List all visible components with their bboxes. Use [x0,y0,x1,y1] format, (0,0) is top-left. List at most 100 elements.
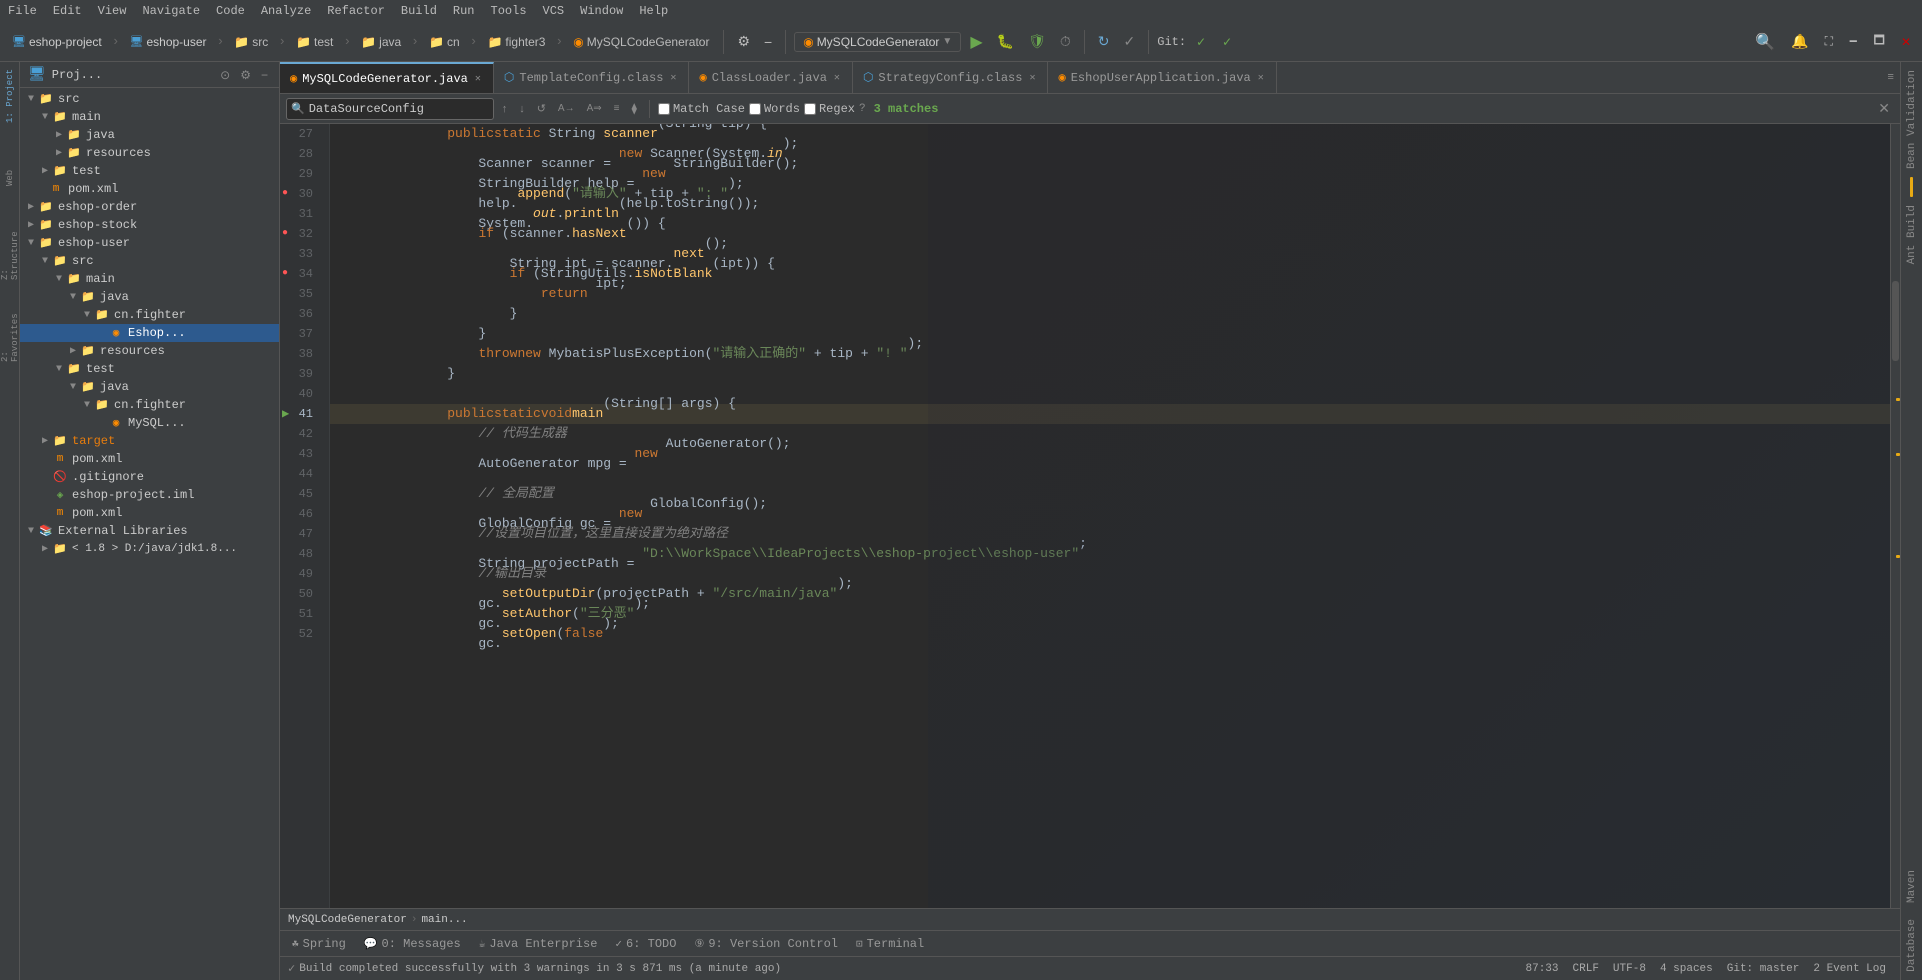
menu-vcs[interactable]: VCS [543,4,565,18]
right-sidebar-ant-build[interactable]: Ant Build [1906,197,1918,272]
menu-refactor[interactable]: Refactor [327,4,385,18]
panel-sync-btn[interactable]: ⊙ [217,67,233,83]
words-checkbox[interactable] [749,103,761,115]
scrollbar-thumb[interactable] [1892,281,1899,361]
sidebar-icon-favorites[interactable]: 2: Favorites [0,302,20,362]
tree-item-mysql-class[interactable]: ◉ MySQL... [20,414,279,432]
menu-edit[interactable]: Edit [53,4,82,18]
menu-file[interactable]: File [8,4,37,18]
search-match-case[interactable]: Match Case [658,102,745,116]
status-git[interactable]: Git: master [1721,963,1806,975]
search-nav-prev[interactable]: ↑ [498,102,512,116]
sidebar-icon-web[interactable]: Web [0,158,20,198]
right-sidebar-database[interactable]: Database [1906,911,1918,980]
tree-item-pom2[interactable]: m pom.xml [20,450,279,468]
git-check-btn[interactable]: ✓ [1190,33,1212,51]
project-badge-main[interactable]: 🖥 eshop-project [6,33,108,51]
search-replace-btn[interactable]: A→ [554,102,579,115]
vcs-update-btn[interactable]: ↻ [1093,30,1115,53]
tree-item-cn-fighter[interactable]: ▼ 📁 cn.fighter [20,306,279,324]
search-input[interactable] [309,102,489,116]
tree-item-test2[interactable]: ▼ 📁 test [20,360,279,378]
search-everywhere-btn[interactable]: 🔍 [1750,29,1780,55]
status-encoding[interactable]: UTF-8 [1607,963,1652,975]
search-replace-all-btn[interactable]: A⇒ [583,102,606,115]
tree-item-iml[interactable]: ◈ eshop-project.iml [20,486,279,504]
tree-item-target[interactable]: ▶ 📁 target [20,432,279,450]
breadcrumb-method[interactable]: main... [421,914,467,926]
status-event-log[interactable]: 2 Event Log [1807,963,1892,975]
search-filter-btn[interactable]: ⧫ [628,101,641,116]
close-btn[interactable]: ✕ [1896,32,1916,52]
panel-close-btn[interactable]: − [258,67,271,83]
tab-close-1[interactable]: ✕ [668,71,678,85]
tree-item-resources[interactable]: ▶ 📁 resources [20,144,279,162]
bottom-tab-version-control[interactable]: ⑨ 9: Version Control [686,935,846,953]
status-line-ending[interactable]: CRLF [1567,963,1605,975]
menu-analyze[interactable]: Analyze [261,4,311,18]
tab-classloader[interactable]: ◉ ClassLoader.java ✕ [689,62,852,93]
tab-strategy-config[interactable]: ⬡ StrategyConfig.class ✕ [853,62,1049,93]
menu-code[interactable]: Code [216,4,245,18]
status-position[interactable]: 87:33 [1520,963,1565,975]
tab-close-2[interactable]: ✕ [832,71,842,85]
breadcrumb-file[interactable]: MySQLCodeGenerator [288,914,407,926]
tree-item-main[interactable]: ▼ 📁 main [20,108,279,126]
tabs-extra[interactable]: ≡ [1881,62,1900,93]
tab-template-config[interactable]: ⬡ TemplateConfig.class ✕ [494,62,690,93]
search-multiline-btn[interactable]: ≡ [610,102,624,115]
right-sidebar-maven[interactable]: Maven [1906,862,1918,911]
vcs-commit-btn[interactable]: ✓ [1119,30,1141,53]
tree-item-resources2[interactable]: ▶ 📁 resources [20,342,279,360]
profiler-button[interactable]: ⏱ [1055,30,1076,53]
sidebar-icon-structure[interactable]: Z: Structure [0,220,20,280]
tree-item-cn-fighter2[interactable]: ▼ 📁 cn.fighter [20,396,279,414]
run-button[interactable]: ▶ [965,29,987,55]
sidebar-icon-project[interactable]: 1: Project [0,66,20,126]
vertical-scrollbar[interactable] [1890,124,1900,908]
breakpoint-34[interactable]: ● [282,264,288,284]
breadcrumb-test[interactable]: 📁 test [290,33,339,51]
tree-item-src2[interactable]: ▼ 📁 src [20,252,279,270]
breadcrumb-current-file[interactable]: ◉ MySQLCodeGenerator [567,33,715,51]
menu-navigate[interactable]: Navigate [142,4,200,18]
bottom-tab-terminal[interactable]: ⊡ Terminal [848,935,932,953]
menu-help[interactable]: Help [639,4,668,18]
tree-item-java2[interactable]: ▼ 📁 java [20,288,279,306]
tab-eshop-user-app[interactable]: ◉ EshopUserApplication.java ✕ [1048,62,1276,93]
tree-item-jdk[interactable]: ▶ 📁 < 1.8 > D:/java/jdk1.8... [20,540,279,558]
tree-item-test[interactable]: ▶ 📁 test [20,162,279,180]
tree-item-gitignore[interactable]: 🚫 .gitignore [20,468,279,486]
breadcrumb-java[interactable]: 📁 java [355,33,407,51]
project-badge-user[interactable]: 🖥 eshop-user [124,33,213,51]
notifications-btn[interactable]: 🔔 [1786,30,1813,53]
search-refresh-btn[interactable]: ↺ [533,101,550,116]
toolbar-minus-btn[interactable]: − [759,31,777,53]
tab-mysql-codegen[interactable]: ◉ MySQLCodeGenerator.java ✕ [280,62,494,93]
search-close-btn[interactable]: ✕ [1874,99,1894,118]
tree-item-external-libs[interactable]: ▼ 📚 External Libraries [20,522,279,540]
match-case-checkbox[interactable] [658,103,670,115]
search-words[interactable]: Words [749,102,800,116]
tree-item-eshop-user[interactable]: ▼ 📁 eshop-user [20,234,279,252]
coverage-button[interactable]: 🛡 [1023,30,1051,53]
restore-btn[interactable]: 🗖 [1869,28,1890,55]
breakpoint-32[interactable]: ● [282,224,288,244]
regex-checkbox[interactable] [804,103,816,115]
menu-run[interactable]: Run [453,4,475,18]
menu-window[interactable]: Window [580,4,623,18]
run-config-dropdown[interactable]: ◉ MySQLCodeGenerator ▼ [794,32,961,52]
breadcrumb-fighter3[interactable]: 📁 fighter3 [481,33,551,51]
tree-item-main2[interactable]: ▼ 📁 main [20,270,279,288]
tree-item-eshop-stock[interactable]: ▶ 📁 eshop-stock [20,216,279,234]
menu-tools[interactable]: Tools [491,4,527,18]
tree-item-eshop-class[interactable]: ◉ Eshop... [20,324,279,342]
tab-close-4[interactable]: ✕ [1256,71,1266,85]
bottom-tab-todo[interactable]: ✓ 6: TODO [607,935,684,953]
git-tick-btn[interactable]: ✓ [1216,33,1238,51]
menu-build[interactable]: Build [401,4,437,18]
search-regex[interactable]: Regex [804,102,855,116]
tree-item-java3[interactable]: ▼ 📁 java [20,378,279,396]
breakpoint-30[interactable]: ● [282,184,288,204]
menu-view[interactable]: View [98,4,127,18]
